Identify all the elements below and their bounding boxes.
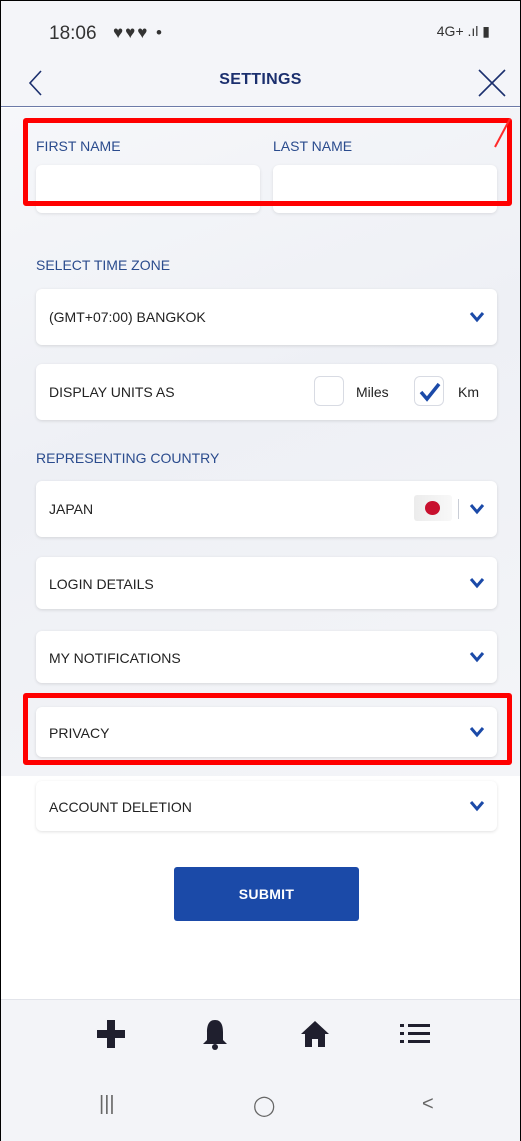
recents-button[interactable]: |||: [99, 1093, 115, 1116]
login-details-section[interactable]: LOGIN DETAILS: [36, 557, 497, 609]
account-deletion-section[interactable]: ACCOUNT DELETION: [36, 781, 497, 831]
plus-icon[interactable]: [93, 1016, 129, 1052]
chevron-down-icon: [469, 312, 485, 323]
app-header: SETTINGS: [1, 63, 520, 107]
country-select[interactable]: JAPAN: [36, 481, 497, 537]
divider: [458, 499, 459, 519]
km-checkbox[interactable]: [414, 376, 444, 406]
country-label: REPRESENTING COUNTRY: [36, 450, 220, 466]
notifications-section[interactable]: MY NOTIFICATIONS: [36, 631, 497, 683]
timezone-value: (GMT+07:00) BANGKOK: [49, 309, 206, 325]
miles-checkbox[interactable]: [314, 376, 344, 406]
bell-icon[interactable]: [197, 1016, 233, 1052]
home-button[interactable]: ◯: [253, 1093, 275, 1118]
status-bar: 18:06 ♥♥♥ • 4G+ .ıl ▮: [1, 1, 520, 63]
highlight-privacy: [23, 693, 512, 765]
timezone-select[interactable]: (GMT+07:00) BANGKOK: [36, 289, 497, 345]
miles-label: Miles: [356, 384, 389, 400]
checkmark-icon: [419, 382, 441, 402]
chevron-down-icon: [469, 801, 485, 812]
list-menu-icon[interactable]: [397, 1016, 433, 1052]
timezone-label: SELECT TIME ZONE: [36, 257, 171, 273]
notifications-label: MY NOTIFICATIONS: [49, 650, 181, 666]
submit-button[interactable]: SUBMIT: [174, 867, 359, 921]
login-details-label: LOGIN DETAILS: [49, 576, 154, 592]
chevron-down-icon: [469, 504, 485, 515]
country-value: JAPAN: [49, 501, 94, 517]
back-button[interactable]: <: [422, 1093, 434, 1116]
display-units-row: DISPLAY UNITS AS Miles Km: [36, 364, 497, 420]
close-icon[interactable]: [474, 65, 510, 101]
km-label: Km: [458, 384, 479, 400]
highlight-name-fields: [23, 118, 512, 206]
status-time: 18:06: [49, 23, 97, 44]
home-icon[interactable]: [297, 1016, 333, 1052]
bottom-navigation: [1, 999, 520, 1073]
account-deletion-label: ACCOUNT DELETION: [49, 799, 192, 815]
notification-icons: ♥♥♥ •: [113, 23, 164, 42]
japan-flag-icon: [414, 495, 452, 521]
chevron-down-icon: [469, 652, 485, 663]
signal-battery-indicator: 4G+ .ıl ▮: [436, 23, 490, 39]
page-title: SETTINGS: [219, 71, 302, 88]
display-units-label: DISPLAY UNITS AS: [49, 384, 175, 400]
system-navigation-bar: ||| ◯ <: [1, 1073, 520, 1141]
chevron-down-icon: [469, 578, 485, 589]
